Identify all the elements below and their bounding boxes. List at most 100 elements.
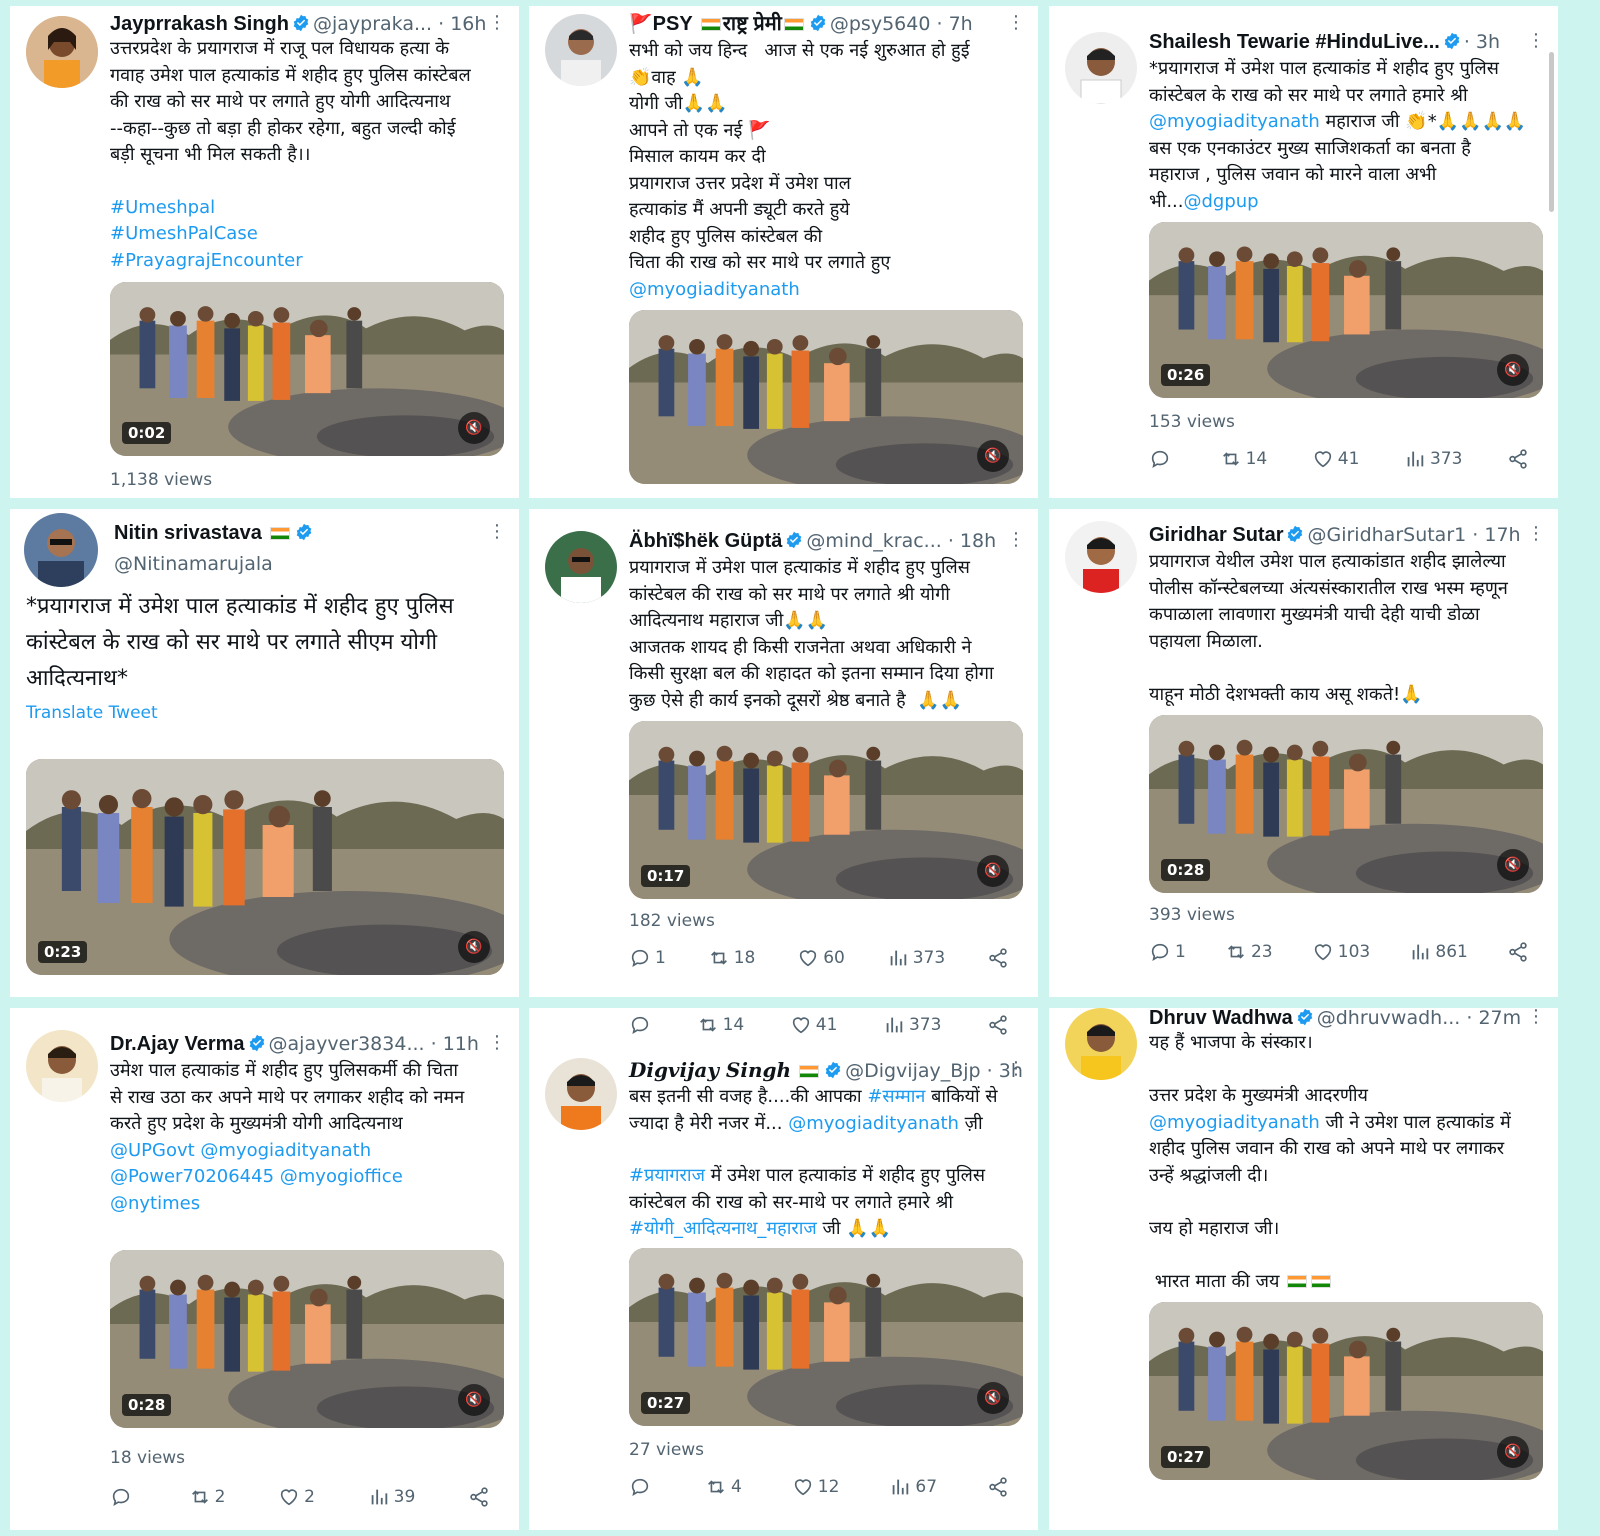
tweet-card[interactable]: Giridhar Sutar @GiridharSutar1 · 17h ⋮ प्…: [1049, 509, 1558, 997]
like-button[interactable]: 103: [1312, 941, 1370, 963]
mention-link[interactable]: @myogiadityanath: [1149, 1112, 1320, 1133]
user-handle[interactable]: @ajayver3834...: [269, 1033, 425, 1055]
more-options-icon[interactable]: ⋮: [1007, 531, 1025, 549]
avatar[interactable]: [26, 1030, 98, 1102]
mute-icon[interactable]: 🔇: [458, 931, 490, 963]
mute-icon[interactable]: 🔇: [977, 855, 1009, 887]
timestamp[interactable]: · 27m: [1466, 1008, 1521, 1029]
views-button[interactable]: 373: [883, 1014, 941, 1036]
mention-link[interactable]: @myogiadityanath: [788, 1113, 959, 1134]
display-name[interactable]: Shailesh Tewarie #HinduLive...: [1149, 31, 1440, 53]
like-button[interactable]: 12: [792, 1476, 839, 1498]
hashtag-link[interactable]: #योगी_आदित्यनाथ_महाराज: [629, 1218, 817, 1239]
display-name[interactable]: Giridhar Sutar: [1149, 524, 1283, 546]
more-options-icon[interactable]: ⋮: [1527, 1008, 1545, 1026]
more-options-icon[interactable]: ⋮: [1007, 1060, 1025, 1078]
views-button[interactable]: 373: [1404, 448, 1462, 470]
more-options-icon[interactable]: ⋮: [1527, 525, 1545, 543]
avatar[interactable]: [26, 16, 98, 88]
mute-icon[interactable]: 🔇: [977, 1382, 1009, 1414]
share-button[interactable]: [987, 947, 1009, 969]
timestamp[interactable]: · 18h: [948, 530, 996, 552]
user-handle[interactable]: @Nitinamarujala: [114, 553, 273, 575]
display-name[interactable]: Nitin srivastava: [114, 522, 262, 544]
views-button[interactable]: 861: [1409, 941, 1468, 963]
video-player[interactable]: 0:27 🔇: [1149, 1302, 1543, 1480]
display-name-suffix[interactable]: राष्ट्र प्रेमी: [723, 13, 782, 35]
user-handle[interactable]: @mind_krac...: [806, 530, 941, 552]
retweet-button[interactable]: 2: [189, 1486, 226, 1508]
retweet-button[interactable]: 14: [1220, 448, 1267, 470]
share-button[interactable]: [1507, 448, 1529, 470]
tweet-card[interactable]: Shailesh Tewarie #HinduLive... · 3h ⋮ *प्…: [1049, 6, 1558, 498]
more-options-icon[interactable]: ⋮: [488, 1034, 506, 1052]
more-options-icon[interactable]: ⋮: [1527, 32, 1545, 50]
share-button[interactable]: [987, 1014, 1009, 1036]
timestamp[interactable]: · 3h: [1464, 31, 1500, 53]
mute-icon[interactable]: 🔇: [1497, 1436, 1529, 1468]
retweet-button[interactable]: 14: [697, 1014, 744, 1036]
share-button[interactable]: [468, 1486, 490, 1508]
avatar[interactable]: [1065, 32, 1137, 104]
avatar[interactable]: [1065, 521, 1137, 593]
share-button[interactable]: [987, 1476, 1009, 1498]
avatar[interactable]: [1065, 1008, 1137, 1080]
mention-link[interactable]: @myogiadityanath: [629, 277, 1029, 304]
hashtag-link[interactable]: #UmeshPalCase: [110, 221, 510, 248]
video-player[interactable]: 0:26 🔇: [1149, 222, 1543, 398]
mention-links[interactable]: @UPGovt @myogiadityanath @Power70206445 …: [110, 1138, 515, 1218]
reply-button[interactable]: [629, 1014, 651, 1036]
scrollbar[interactable]: [1549, 52, 1554, 212]
more-options-icon[interactable]: ⋮: [1007, 14, 1025, 32]
views-button[interactable]: 67: [889, 1476, 937, 1498]
user-handle[interactable]: @Digvijay_Bjp: [845, 1060, 981, 1082]
display-name[interactable]: Digvijay Singh: [629, 1058, 791, 1082]
user-handle[interactable]: @dhruvwadh...: [1317, 1008, 1461, 1029]
timestamp[interactable]: · 7h: [936, 13, 972, 35]
display-name[interactable]: PSY: [653, 13, 693, 35]
mention-link[interactable]: @dgpup: [1183, 191, 1258, 212]
tweet-card[interactable]: Dhruv Wadhwa @dhruvwadh... · 27m ⋮ यह हैं…: [1049, 1008, 1558, 1530]
like-button[interactable]: 41: [790, 1014, 837, 1036]
more-options-icon[interactable]: ⋮: [488, 14, 506, 32]
hashtag-link[interactable]: #Umeshpal: [110, 195, 510, 222]
video-player[interactable]: 0:28 🔇: [1149, 715, 1543, 893]
views-button[interactable]: 373: [887, 947, 945, 969]
views-button[interactable]: 39: [368, 1486, 415, 1508]
video-player[interactable]: 🔇: [629, 310, 1023, 484]
mention-link[interactable]: @myogiadityanath: [1149, 111, 1320, 132]
user-handle[interactable]: @GiridharSutar1: [1307, 524, 1466, 546]
avatar[interactable]: [545, 1058, 617, 1130]
user-handle[interactable]: @psy5640: [830, 13, 931, 35]
avatar[interactable]: [24, 513, 98, 587]
display-name[interactable]: Dr.Ajay Verma: [110, 1033, 245, 1055]
avatar[interactable]: [545, 531, 617, 603]
hashtag-link[interactable]: #PrayagrajEncounter: [110, 248, 510, 275]
like-button[interactable]: 2: [278, 1486, 315, 1508]
video-player[interactable]: 0:02 🔇: [110, 282, 504, 456]
timestamp[interactable]: · 11h: [431, 1033, 479, 1055]
video-player[interactable]: 0:27 🔇: [629, 1248, 1023, 1426]
like-button[interactable]: 60: [797, 947, 845, 969]
user-handle[interactable]: @jaypraka...: [313, 13, 432, 35]
reply-button[interactable]: 1: [629, 947, 666, 969]
tweet-card[interactable]: Jayprrakash Singh @jaypraka... · 16h ⋮ उत…: [10, 6, 519, 498]
timestamp[interactable]: · 16h: [438, 13, 486, 35]
reply-button[interactable]: 1: [1149, 941, 1186, 963]
reply-button[interactable]: [1149, 448, 1175, 470]
mute-icon[interactable]: 🔇: [977, 440, 1009, 472]
retweet-button[interactable]: 18: [708, 947, 755, 969]
reply-button[interactable]: [629, 1476, 655, 1498]
tweet-card[interactable]: Nitin srivastava @Nitinamarujala ⋮ *प्रय…: [10, 509, 519, 997]
tweet-card[interactable]: Dr.Ajay Verma @ajayver3834... · 11h ⋮ उमे…: [10, 1008, 519, 1530]
mute-icon[interactable]: 🔇: [1497, 849, 1529, 881]
display-name[interactable]: Jayprrakash Singh: [110, 13, 289, 35]
like-button[interactable]: 41: [1312, 448, 1359, 470]
translate-tweet-link[interactable]: Translate Tweet: [26, 703, 158, 723]
tweet-card[interactable]: 🚩PSY राष्ट्र प्रेमी @psy5640 · 7h ⋮ सभी क…: [529, 6, 1038, 498]
mute-icon[interactable]: 🔇: [1497, 354, 1529, 386]
timestamp[interactable]: · 17h: [1472, 524, 1520, 546]
display-name[interactable]: Äbhï$hëk Güptä: [629, 530, 782, 552]
reply-button[interactable]: [110, 1486, 136, 1508]
tweet-card[interactable]: Äbhï$hëk Güptä @mind_krac... · 18h ⋮ प्रय…: [529, 509, 1038, 997]
